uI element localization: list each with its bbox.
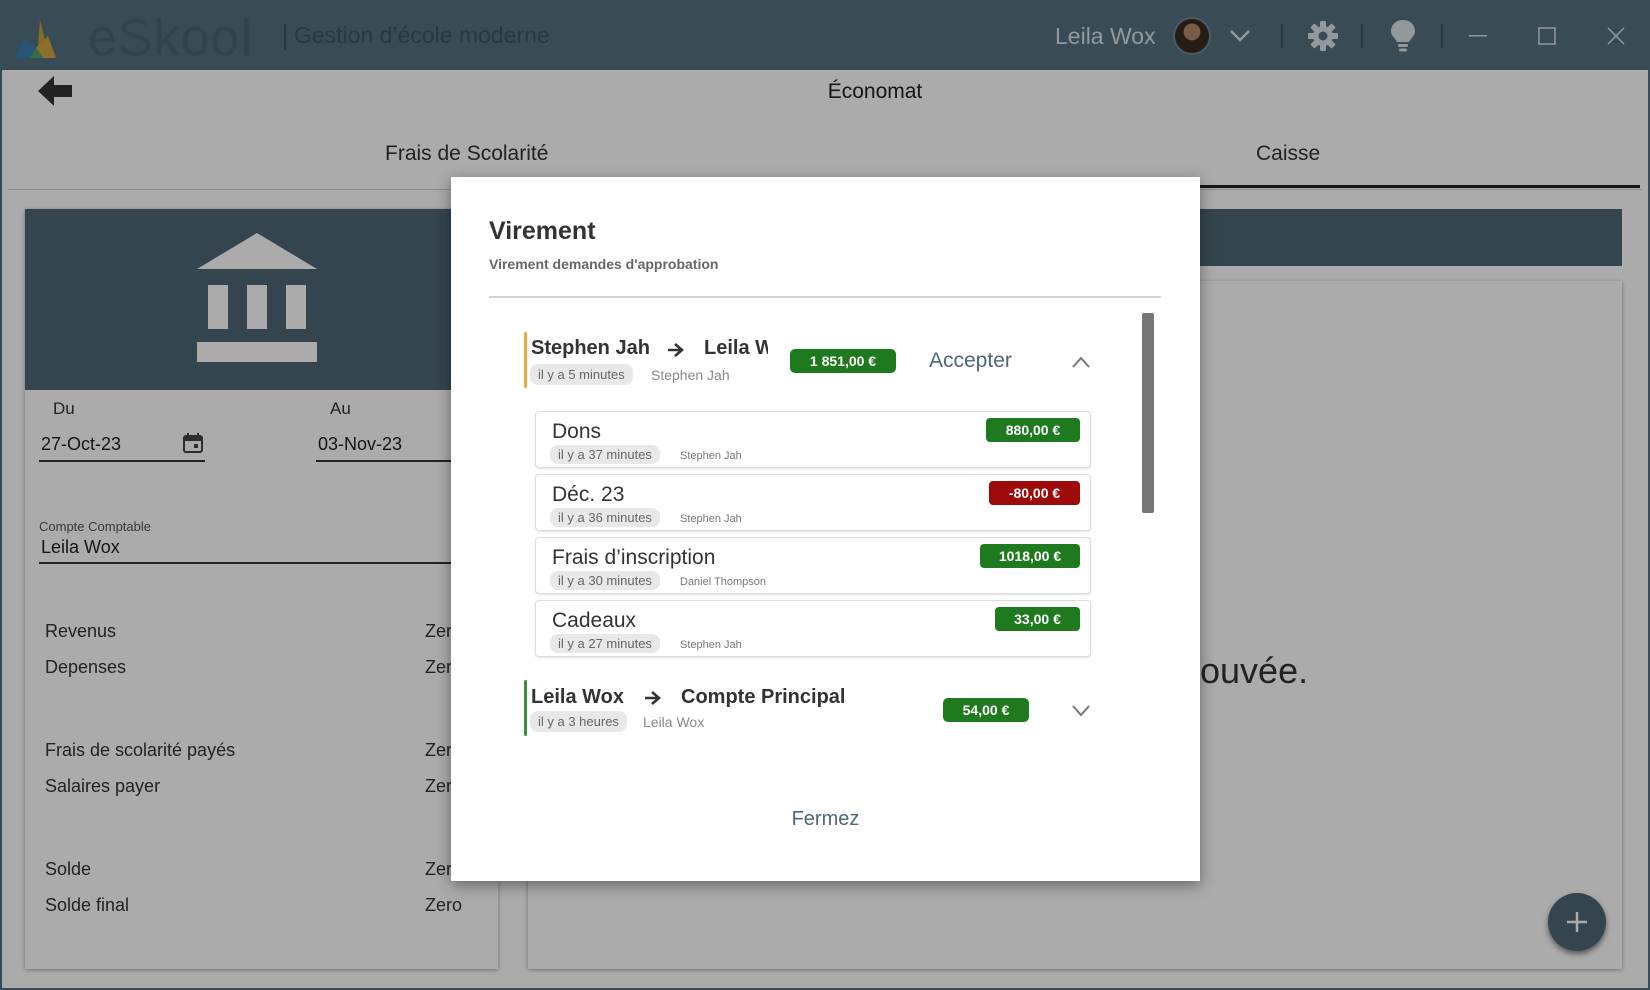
item-amount: 1018,00 € — [980, 544, 1080, 568]
transfer-time: il y a 5 minutes — [530, 364, 633, 385]
item-title: Cadeaux — [552, 609, 637, 632]
item-author: Stephen Jah — [680, 639, 742, 651]
list-item[interactable]: Cadeaux il y a 27 minutes Stephen Jah 33… — [535, 600, 1091, 657]
virement-dialog: Virement Virement demandes d'approbation… — [451, 177, 1200, 881]
group-accent — [524, 680, 527, 736]
transfer-author: Stephen Jah — [651, 367, 730, 383]
item-time: il y a 27 minutes — [550, 634, 660, 653]
transfer-time: il y a 3 heures — [530, 711, 627, 732]
item-time: il y a 37 minutes — [550, 445, 660, 464]
transfer-amount: 1 851,00 € — [790, 349, 896, 373]
item-author: Daniel Thompson — [680, 576, 767, 588]
item-amount: 33,00 € — [995, 607, 1080, 631]
arrow-right-icon — [645, 691, 661, 705]
transfer-from: Leila Wox — [531, 686, 624, 708]
item-amount: -80,00 € — [989, 481, 1080, 505]
chevron-down-icon[interactable] — [1071, 704, 1091, 718]
scrollbar[interactable] — [1142, 313, 1154, 513]
item-author: Stephen Jah — [680, 513, 742, 525]
item-title: Frais d’inscription — [552, 546, 716, 569]
chevron-up-icon[interactable] — [1071, 355, 1091, 369]
item-amount: 880,00 € — [986, 418, 1080, 442]
dialog-title: Virement — [489, 217, 596, 245]
transfer-amount: 54,00 € — [943, 698, 1029, 722]
item-author: Stephen Jah — [680, 450, 742, 462]
item-time: il y a 30 minutes — [550, 571, 660, 590]
group-accent — [524, 332, 527, 388]
item-title: Dons — [552, 420, 602, 443]
list-item[interactable]: Dons il y a 37 minutes Stephen Jah 880,0… — [535, 411, 1091, 468]
transfer-to: Compte Principal — [681, 686, 846, 708]
item-time: il y a 36 minutes — [550, 508, 660, 527]
dialog-subtitle: Virement demandes d'approbation — [489, 256, 719, 272]
transfer-author: Leila Wox — [643, 714, 705, 730]
close-dialog-button[interactable]: Fermez — [451, 808, 1200, 831]
arrow-right-icon — [668, 343, 684, 357]
dialog-divider — [489, 296, 1161, 298]
item-title: Déc. 23 — [552, 483, 625, 506]
transfer-from: Stephen Jah — [531, 337, 650, 359]
list-item[interactable]: Frais d’inscription il y a 30 minutes Da… — [535, 537, 1091, 594]
transfer-to: Leila Wox — [704, 337, 768, 359]
accept-button[interactable]: Accepter — [929, 349, 1012, 373]
list-item[interactable]: Déc. 23 il y a 36 minutes Stephen Jah -8… — [535, 474, 1091, 531]
